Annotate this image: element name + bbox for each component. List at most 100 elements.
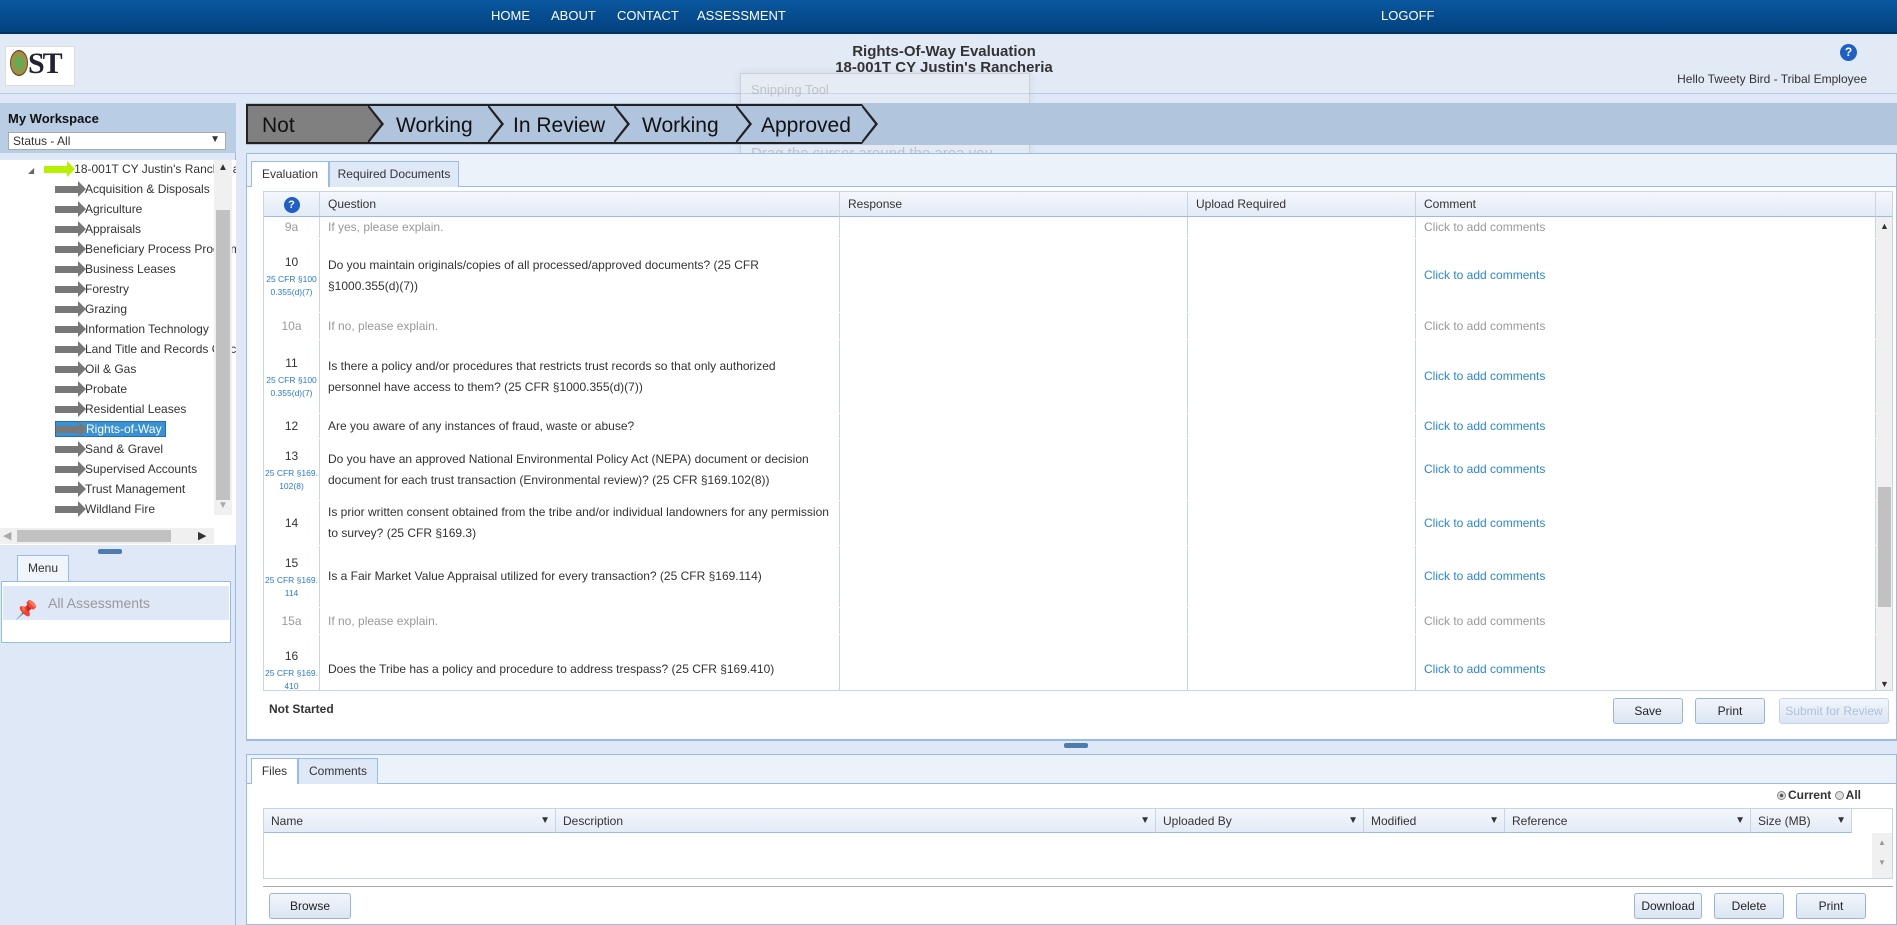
status-filter-select[interactable]: Status - All ▼ bbox=[8, 132, 226, 150]
column-header-description[interactable]: Description ▼ bbox=[556, 809, 1156, 833]
tree-item[interactable]: Land Title and Records Office bbox=[55, 340, 236, 358]
response-cell[interactable] bbox=[840, 546, 1188, 607]
scroll-left-icon[interactable]: ◀ bbox=[3, 529, 11, 542]
grid-scrollbar[interactable]: ▲ ▼ bbox=[1876, 217, 1892, 690]
menu-item-all-assessments[interactable]: 📌 All Assessments bbox=[3, 586, 229, 620]
cfr-reference-link[interactable]: 25 CFR §169.410 bbox=[265, 667, 319, 690]
cfr-reference-link[interactable]: 25 CFR §1000.355(d)(7) bbox=[265, 374, 319, 400]
tree-item[interactable]: Sand & Gravel bbox=[55, 440, 163, 458]
radio-all[interactable] bbox=[1834, 791, 1844, 800]
response-cell[interactable] bbox=[840, 340, 1188, 413]
splitter-handle[interactable] bbox=[1064, 743, 1088, 748]
scroll-down-icon[interactable]: ▼ bbox=[1880, 679, 1889, 689]
tree-item[interactable]: Rights-of-Way bbox=[55, 420, 166, 438]
question-help-icon[interactable]: ? bbox=[283, 196, 300, 213]
cfr-reference-link[interactable]: 25 CFR §1000.355(d)(7) bbox=[265, 273, 319, 299]
add-comment-link[interactable]: Click to add comments bbox=[1416, 313, 1876, 339]
filter-icon[interactable]: ▼ bbox=[1489, 809, 1499, 833]
tab-files[interactable]: Files bbox=[251, 758, 298, 784]
add-comment-link[interactable]: Click to add comments bbox=[1416, 239, 1876, 312]
cfr-reference-link[interactable]: 25 CFR §169.114 bbox=[265, 574, 319, 600]
files-scrollbar[interactable]: ▲ ▼ bbox=[1872, 833, 1892, 878]
add-comment-link[interactable]: Click to add comments bbox=[1416, 635, 1876, 690]
grid-scroll-thumb[interactable] bbox=[1878, 487, 1891, 607]
column-header-name[interactable]: Name ▼ bbox=[264, 809, 556, 833]
radio-current[interactable] bbox=[1776, 791, 1786, 800]
add-comment-link[interactable]: Click to add comments bbox=[1416, 340, 1876, 413]
collapse-icon[interactable]: ◢ bbox=[28, 166, 34, 175]
response-cell[interactable] bbox=[840, 501, 1188, 545]
add-comment-link[interactable]: Click to add comments bbox=[1416, 501, 1876, 545]
filter-icon[interactable]: ▼ bbox=[1735, 809, 1745, 833]
filter-icon[interactable]: ▼ bbox=[540, 809, 550, 833]
scroll-right-icon[interactable]: ▶ bbox=[198, 529, 206, 542]
column-header-uploaded-by[interactable]: Uploaded By ▼ bbox=[1156, 809, 1364, 833]
tree-scroll-thumb[interactable] bbox=[216, 210, 230, 500]
tree-item-wrap: Business Leases bbox=[55, 261, 176, 278]
column-header-reference[interactable]: Reference ▼ bbox=[1505, 809, 1751, 833]
panel-splitter[interactable] bbox=[246, 740, 1897, 749]
save-button[interactable]: Save bbox=[1613, 698, 1683, 724]
tree-item[interactable]: Probate bbox=[55, 380, 127, 398]
nav-logoff[interactable]: LOGOFF bbox=[1381, 8, 1434, 23]
nav-about[interactable]: ABOUT bbox=[551, 8, 596, 23]
filter-icon[interactable]: ▼ bbox=[1836, 809, 1846, 833]
response-cell[interactable] bbox=[840, 608, 1188, 634]
tab-menu[interactable]: Menu bbox=[17, 555, 69, 581]
column-header-modified[interactable]: Modified ▼ bbox=[1364, 809, 1505, 833]
nav-home[interactable]: HOME bbox=[491, 8, 530, 23]
nav-assessment[interactable]: ASSESSMENT bbox=[697, 8, 786, 23]
panel-splitter-handle[interactable] bbox=[98, 549, 122, 554]
green-arrow-icon bbox=[44, 161, 76, 178]
tree-item[interactable]: Forestry bbox=[55, 280, 129, 298]
response-cell[interactable] bbox=[840, 414, 1188, 438]
tree-item[interactable]: Grazing bbox=[55, 300, 127, 318]
add-comment-link[interactable]: Click to add comments bbox=[1416, 414, 1876, 438]
response-cell[interactable] bbox=[840, 239, 1188, 312]
tree-root[interactable]: ◢ 18-001T CY Justin's Rancheria bbox=[28, 160, 236, 178]
add-comment-link[interactable]: Click to add comments bbox=[1416, 439, 1876, 500]
tree-item[interactable]: Trust Management bbox=[55, 480, 185, 498]
nav-contact[interactable]: CONTACT bbox=[617, 8, 679, 23]
scroll-down-icon[interactable]: ▼ bbox=[218, 500, 228, 511]
tree-item-label: Information Technology bbox=[85, 322, 209, 336]
tab-required-documents[interactable]: Required Documents bbox=[329, 161, 459, 187]
tree-item[interactable]: Acquisition & Disposals bbox=[55, 180, 210, 198]
response-cell[interactable] bbox=[840, 313, 1188, 339]
column-label: Uploaded By bbox=[1163, 814, 1232, 828]
column-header-size[interactable]: Size (MB) ▼ bbox=[1751, 809, 1852, 833]
tree-item[interactable]: Agriculture bbox=[55, 200, 142, 218]
tree-item[interactable]: Residential Leases bbox=[55, 400, 186, 418]
tab-comments[interactable]: Comments bbox=[298, 758, 378, 784]
response-cell[interactable] bbox=[840, 439, 1188, 500]
files-print-button[interactable]: Print bbox=[1796, 893, 1866, 919]
question-number: 15a bbox=[264, 608, 320, 634]
cfr-reference-link[interactable]: 25 CFR §169.102(8) bbox=[265, 467, 319, 493]
tree-item[interactable]: Supervised Accounts bbox=[55, 460, 197, 478]
tab-evaluation[interactable]: Evaluation bbox=[251, 161, 329, 187]
tree-item[interactable]: Business Leases bbox=[55, 260, 176, 278]
tree-item[interactable]: Information Technology bbox=[55, 320, 209, 338]
response-cell[interactable] bbox=[840, 635, 1188, 690]
delete-button[interactable]: Delete bbox=[1714, 893, 1784, 919]
add-comment-link[interactable]: Click to add comments bbox=[1416, 217, 1876, 238]
add-comment-link[interactable]: Click to add comments bbox=[1416, 608, 1876, 634]
question-number: 10a bbox=[264, 313, 320, 339]
print-button[interactable]: Print bbox=[1695, 698, 1765, 724]
submit-for-review-button[interactable]: Submit for Review bbox=[1779, 698, 1889, 724]
help-icon[interactable]: ? bbox=[1840, 44, 1857, 61]
response-cell[interactable] bbox=[840, 217, 1188, 238]
scroll-up-icon[interactable]: ▲ bbox=[218, 162, 228, 173]
download-button[interactable]: Download bbox=[1634, 893, 1702, 919]
browse-button[interactable]: Browse bbox=[269, 893, 351, 919]
tree-item[interactable]: Wildland Fire bbox=[55, 500, 155, 518]
scroll-up-icon[interactable]: ▲ bbox=[1880, 221, 1889, 231]
upload-required-cell bbox=[1188, 313, 1416, 339]
tree-hscroll-thumb[interactable] bbox=[17, 530, 171, 542]
add-comment-link[interactable]: Click to add comments bbox=[1416, 546, 1876, 607]
tree-item[interactable]: Oil & Gas bbox=[55, 360, 136, 378]
tree-item[interactable]: Appraisals bbox=[55, 220, 141, 238]
filter-icon[interactable]: ▼ bbox=[1348, 809, 1358, 833]
tree-item[interactable]: Beneficiary Process Program bbox=[55, 240, 236, 258]
filter-icon[interactable]: ▼ bbox=[1140, 809, 1150, 833]
